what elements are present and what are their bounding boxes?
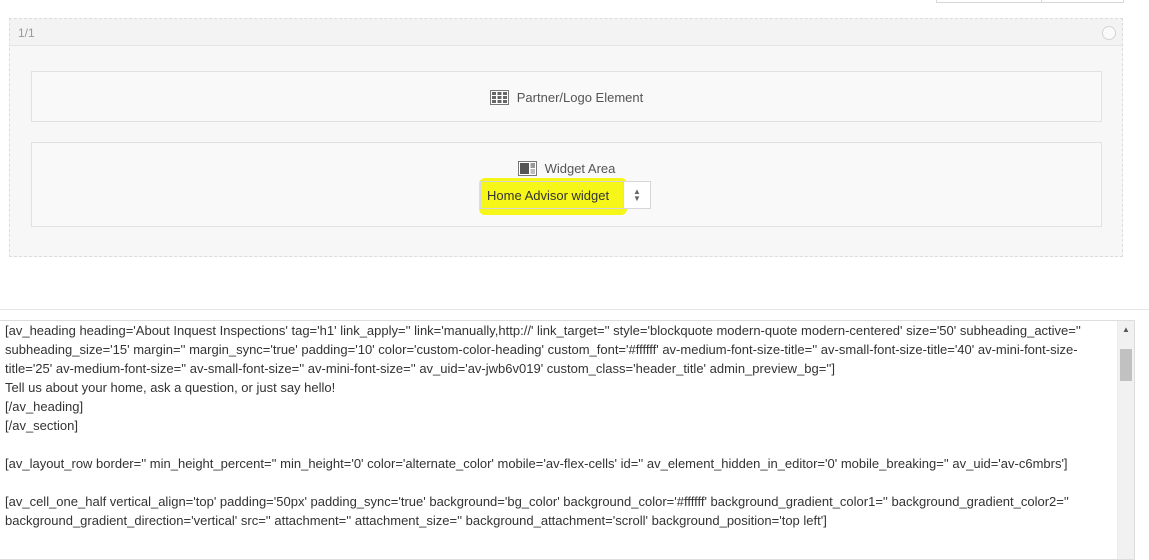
- partner-logo-title-row: Partner/Logo Element: [32, 90, 1101, 108]
- toolbar-divider: [1041, 0, 1042, 2]
- section-divider: [0, 309, 1149, 310]
- widget-select[interactable]: Home Advisor widget ▲ ▼: [480, 181, 651, 209]
- circle-icon[interactable]: [1102, 26, 1116, 40]
- scrollbar-thumb[interactable]: [1120, 349, 1132, 381]
- shortcode-line: [av_cell_one_half vertical_align='top' p…: [5, 494, 1069, 528]
- widget-area-label: Widget Area: [544, 161, 616, 176]
- widget-select-value: Home Advisor widget: [487, 188, 610, 203]
- shortcode-blank-line: [5, 473, 1113, 492]
- shortcode-text: [av_heading heading='About Inquest Inspe…: [5, 321, 1113, 530]
- shortcode-line: [av_heading heading='About Inquest Inspe…: [5, 323, 1081, 376]
- widget-area-title-row: Widget Area: [32, 161, 1101, 179]
- partner-logo-element[interactable]: Partner/Logo Element: [31, 71, 1102, 122]
- partner-logo-label: Partner/Logo Element: [516, 90, 644, 105]
- shortcode-line: Tell us about your home, ask a question,…: [5, 380, 336, 395]
- column-size-label[interactable]: 1/1: [18, 26, 35, 40]
- updown-arrows-icon[interactable]: ▲ ▼: [624, 182, 650, 208]
- shortcode-blank-line: [5, 435, 1113, 454]
- column-header: 1/1: [10, 19, 1122, 46]
- grid-icon: [489, 90, 509, 108]
- shortcode-line: [/av_section]: [5, 418, 78, 433]
- shortcode-line: [/av_heading]: [5, 399, 84, 414]
- column-container: 1/1 Partner/Logo Element Widget Area Hom…: [9, 18, 1123, 257]
- shortcode-line: [av_layout_row border='' min_height_perc…: [5, 456, 1068, 471]
- widget-area-element[interactable]: Widget Area Home Advisor widget ▲ ▼: [31, 142, 1102, 227]
- top-toolbar-fragment: [936, 0, 1124, 3]
- vertical-scrollbar[interactable]: ▲: [1117, 321, 1134, 559]
- widget-area-icon: [517, 161, 537, 179]
- shortcode-textarea[interactable]: [av_heading heading='About Inquest Inspe…: [0, 320, 1135, 560]
- arrow-up-icon[interactable]: ▲: [1118, 325, 1134, 334]
